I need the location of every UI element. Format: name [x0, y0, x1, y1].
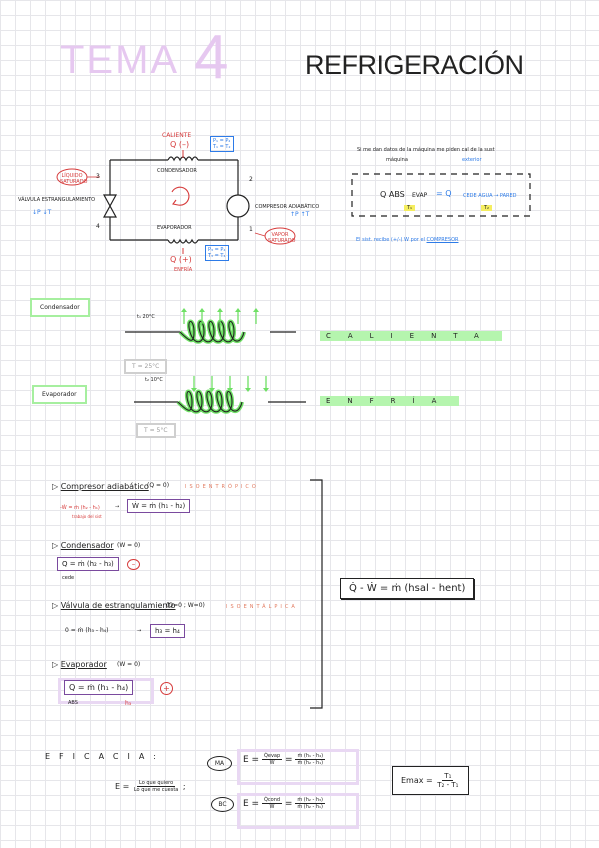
pressure-box-bottom: P₃ = P₄ T₃ = T₄	[205, 245, 229, 261]
note-conclusion: El sist. recibe (+/-) W por el COMPRESOR	[356, 237, 459, 243]
condenser-label: CONDENSADOR	[157, 168, 197, 174]
liquid-mix-note: LÍQUIDO SATURADO	[60, 173, 88, 185]
pressure-box-top: P₁ = P₂ T₁ = T₂	[210, 136, 234, 152]
title-subject: REFRIGERACIÓN	[305, 50, 524, 80]
compressor-label: COMPRESOR ADIABÁTICO	[255, 204, 320, 210]
general-equation: Q̇ - Ẇ = ṁ (hsal - hent)	[340, 578, 475, 599]
note-equals: = Q	[436, 189, 452, 198]
evaporator-state: ENFRÍA	[320, 396, 460, 406]
eq1-condition: (Q = 0)	[147, 482, 170, 489]
valve-symbol	[102, 194, 118, 218]
eq3-tag: ISOENTÁLPICA	[226, 604, 298, 610]
eq4-note: ABS	[68, 700, 78, 706]
eq2-minus-icon: –	[127, 559, 140, 570]
note-intro: Si me dan datos de la máquina me piden c…	[357, 147, 495, 153]
bc-tag: BC	[211, 797, 234, 812]
eq1-arrow: →	[115, 504, 120, 510]
eq3-title: ▷ Válvula de estrangulamiento	[52, 601, 176, 610]
emax-box: Emax = T₁ T₂ - T₁	[392, 766, 470, 795]
condenser-state: CALIENTA	[320, 331, 502, 341]
condenser-tag: Condensador	[30, 298, 90, 317]
point-1: 1	[249, 226, 253, 233]
title-number: 4	[194, 23, 229, 92]
note-machine-label: máquina	[386, 157, 408, 163]
ma-tag: MA	[207, 756, 232, 771]
point-2: 2	[249, 176, 253, 183]
note-evap: EVAP	[412, 192, 428, 199]
eq1-box: Ẇ = ṁ (h₁ - h₂)	[127, 499, 191, 513]
point-4: 4	[96, 223, 100, 230]
point-3: 3	[96, 173, 100, 180]
evaporator-label: EVAPORADOR	[157, 225, 192, 231]
heat-cold-label: ENFRÍA	[174, 267, 193, 273]
eq2-note: cede	[62, 575, 75, 581]
compressor-symbol	[226, 194, 250, 218]
eq3-box: h₃ = h₄	[150, 624, 185, 638]
eq4-box: Q = ṁ (h₁ - h₄)	[64, 680, 134, 695]
eq1-left-note: trabajo del sist	[72, 514, 102, 519]
compressor-effect: ↑P ↑T	[290, 211, 310, 218]
note-t1: T₁	[404, 205, 416, 211]
evaporator-tag: Evaporador	[32, 385, 87, 404]
eq2-box: Q = ṁ (h₂ - h₃)	[57, 557, 119, 571]
eq4-title: ▷ Evaporador	[52, 660, 107, 669]
eq3-arrow: →	[137, 628, 142, 634]
vapor-sat-note: VAPOR SATURADO	[268, 232, 296, 244]
eq4-condition: (W = 0)	[117, 661, 141, 668]
note-q-abs: Q ABS	[380, 190, 405, 199]
heat-hot-label: CALIENTE	[162, 132, 192, 139]
eficacia-definition: E = Lo que quiero Lo que me cuesta ;	[115, 780, 186, 793]
bc-equation: E = Q̇cond Ẇ = ṁ (h₂ - h₃) ṁ (h₂ - h₁)	[243, 797, 326, 810]
eq1-title: ▷ Compresor adiabático	[52, 482, 149, 491]
eq3-condition: (Q=0 ; W=0)	[166, 602, 205, 609]
eficacia-title: EFICACIA:	[45, 752, 165, 761]
valve-effect: ↓P ↓T	[32, 209, 52, 216]
equations-bracket	[310, 479, 323, 709]
condenser-coil	[125, 308, 296, 344]
note-cede: CEDE AGUA → PARED	[463, 193, 517, 199]
eq2-condition: (W = 0)	[117, 542, 141, 549]
eq3-left: 0 = ṁ (h₃ - h₄)	[65, 627, 109, 634]
eq1-left: -Ẇ = ṁ (h₂ - h₁)	[60, 505, 100, 511]
eq4-plus-icon: +	[160, 682, 173, 695]
note-t2: T₂	[481, 205, 493, 211]
evaporator-grey-note: T = 5°C	[136, 423, 176, 438]
heat-cold-symbol: Q (+)	[170, 255, 192, 264]
eq2-title: ▷ Condensador	[52, 541, 114, 550]
eq1-tag: ISOENTRÓPICO	[185, 484, 259, 490]
heat-hot-symbol: Q (–)	[170, 140, 190, 149]
eq4-sub: h₃	[125, 700, 132, 707]
ma-equation: E = Q̇evap Ẇ = ṁ (h₁ - h₄) ṁ (h₂ - h₁)	[243, 753, 326, 766]
evaporator-coil	[134, 376, 306, 414]
valve-label: VÁLVULA ESTRANGULAMIENTO	[18, 197, 96, 203]
title-tema: TEMA	[60, 38, 180, 82]
note-outside-label: exterior	[462, 157, 482, 163]
